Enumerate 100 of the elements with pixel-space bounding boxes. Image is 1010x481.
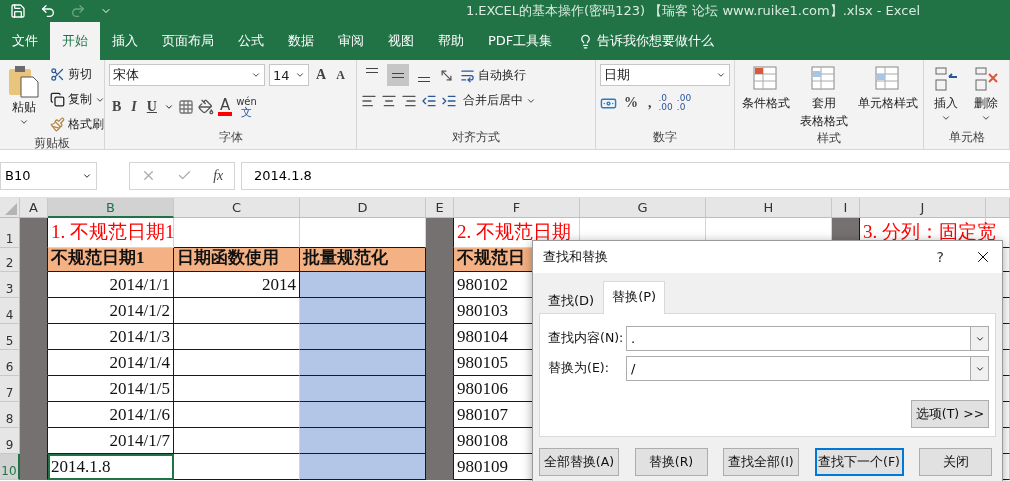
cells-button[interactable]: 插入 [928,64,964,129]
merge-center-button[interactable]: 合并后居中 [461,90,538,111]
table-cell [426,218,454,248]
ribbon-tab[interactable]: 视图 [376,22,426,60]
save-icon[interactable] [10,3,26,19]
active-cell[interactable]: 2014.1.8 [48,454,174,480]
font-color-button[interactable]: A [217,98,233,116]
ribbon-tab[interactable]: 文件 [0,22,50,60]
ribbon-tab[interactable]: 开始 [50,22,100,60]
ribbon-tab[interactable]: 审阅 [326,22,376,60]
bold-button[interactable]: B [109,99,125,115]
row-header[interactable]: 3 [0,272,20,298]
shrink-font-button[interactable]: A [333,67,348,83]
column-header[interactable]: B [48,198,174,218]
caret-icon [295,70,305,80]
caret-icon [716,70,726,80]
table-cell: 2. 不规范日期 [454,218,580,248]
grow-font-button[interactable]: A [313,67,330,83]
undo-icon[interactable] [40,3,56,19]
lines-icon [418,77,430,82]
ribbon-tab[interactable]: PDF工具集 [476,22,565,60]
table-cell: 日期函数使用 [174,248,300,272]
paint-bucket-icon[interactable] [197,99,214,115]
group-label: 单元格 [948,129,985,146]
triangle-icon [5,203,17,215]
group-label: 对齐方式 [452,129,500,146]
group-label: 字体 [218,129,243,146]
table-cell [20,454,48,480]
row-header[interactable]: 10 [0,454,20,480]
borders-icon[interactable] [177,99,194,115]
column-header[interactable]: J [860,198,986,218]
table-cell: 2014/1/1 [48,272,174,298]
row-header[interactable]: 7 [0,376,20,402]
name-box[interactable]: B10 [0,161,97,190]
font-size-select[interactable]: 14 [269,64,309,86]
decrease-decimal-button[interactable]: .00 .0 [676,94,692,112]
window-title: 1.EXCEL的基本操作(密码123) 【瑞客 论坛 www.ruike1.com】.xlsx - Excel [465,2,920,20]
cut-button[interactable]: 剪切 [48,64,107,85]
ribbon-tab[interactable]: 插入 [100,22,150,60]
caret-icon [251,70,261,80]
row-header[interactable]: 4 [0,298,20,324]
row-header[interactable]: 2 [0,248,20,272]
ribbon-tab[interactable]: 数据 [276,22,326,60]
cells-button[interactable]: 删除 [968,64,1004,129]
help-button[interactable]: ? [936,249,944,265]
dialog-button[interactable]: 全部替换(A) [539,448,619,476]
vertical-align-button[interactable] [387,64,409,86]
number-format-select[interactable]: 日期 [600,64,730,86]
increase-decimal-button[interactable]: .0 .00 [658,94,673,112]
group-label: 样式 [817,130,841,147]
copy-button[interactable]: 复制 [48,89,107,110]
dialog-button[interactable]: 关闭 [919,448,992,476]
column-header[interactable]: I [832,198,860,218]
options-button[interactable]: 选项(T) >> [911,400,989,428]
input-field[interactable]: / [626,356,989,381]
column-header[interactable]: A [20,198,48,218]
dialog-button[interactable]: 查找下一个(F) [814,448,904,476]
wrap-text-button[interactable]: 自动换行 [458,64,528,86]
ribbon-tab[interactable]: 帮助 [426,22,476,60]
column-header[interactable]: C [174,198,300,218]
style-button[interactable]: 单元格样式 [855,64,921,130]
comma-button[interactable]: , [645,95,655,111]
caret-icon[interactable] [163,102,174,112]
ribbon-tab[interactable]: 公式 [226,22,276,60]
row-header[interactable]: 1 [0,218,20,248]
dialog-tab[interactable]: 替换(P) [603,281,666,314]
paste-button[interactable]: 粘贴 [4,64,44,135]
table-cell: 2014/1/6 [48,402,174,428]
style-button[interactable]: 套用 表格格式 [797,64,851,130]
font-name-select[interactable]: 宋体 [109,64,265,86]
row-header[interactable]: 8 [0,402,20,428]
column-header[interactable]: G [580,198,706,218]
format-painter-button[interactable]: 格式刷 [48,114,107,135]
dialog-button[interactable]: 查找全部(I) [723,448,799,476]
row-header[interactable]: 5 [0,324,20,350]
column-header[interactable]: E [426,198,454,218]
underline-button[interactable]: U [143,99,160,115]
formula-input[interactable]: 2014.1.8 [241,161,1010,190]
table-cell: 2014/1/7 [48,428,174,454]
input-field[interactable]: . [626,326,989,351]
row-header[interactable]: 6 [0,350,20,376]
column-header[interactable]: H [706,198,832,218]
italic-button[interactable]: I [128,99,140,115]
table-cell: 2014/1/5 [48,376,174,402]
dialog-button[interactable]: 替换(R) [634,448,708,476]
column-header[interactable]: F [454,198,580,218]
ribbon-tab[interactable]: 页面布局 [150,22,226,60]
wrap-text-icon [460,67,475,83]
clipboard-icon [7,64,41,98]
insert-function-button[interactable]: fx [213,167,224,184]
group-label: 剪贴板 [34,135,70,152]
phonetic-guide-button[interactable]: wén 文 [236,96,257,118]
style-button[interactable]: 条件格式 [739,64,793,130]
table-cell: 2014/1/4 [48,350,174,376]
row-header[interactable]: 9 [0,428,20,454]
percent-button[interactable]: % [621,95,641,111]
column-header[interactable]: D [300,198,426,218]
tell-me-search[interactable]: 告诉我你想要做什么 [578,22,715,60]
table-cell [426,454,454,480]
orientation-icon[interactable] [439,67,454,83]
